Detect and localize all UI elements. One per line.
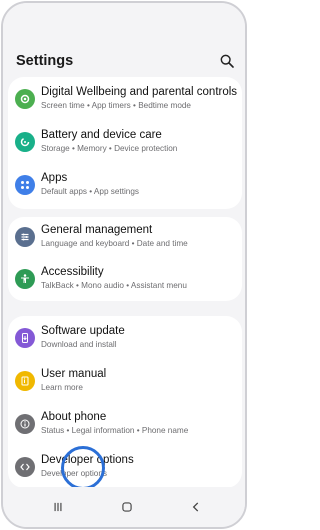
recent-apps-icon[interactable] [50, 499, 66, 515]
navigation-bar [3, 487, 245, 527]
settings-item-label: Digital Wellbeing and parental controls [41, 86, 238, 98]
settings-item-subtitle: Language and keyboard • Date and time [41, 239, 188, 248]
apps-icon [15, 175, 35, 195]
settings-item-general-management[interactable]: General management Language and keyboard… [8, 218, 242, 260]
settings-item-about-phone[interactable]: About phone Status • Legal information •… [8, 405, 242, 447]
settings-item-label: Accessibility [41, 266, 104, 278]
user-manual-icon [15, 371, 35, 391]
settings-item-label: About phone [41, 411, 107, 423]
header: Settings [3, 3, 245, 81]
accessibility-icon [15, 269, 35, 289]
search-icon[interactable] [219, 53, 235, 69]
settings-item-accessibility[interactable]: Accessibility TalkBack • Mono audio • As… [8, 260, 242, 302]
settings-item-label: Software update [41, 325, 125, 337]
back-icon[interactable] [188, 499, 204, 515]
settings-item-digital-wellbeing[interactable]: Digital Wellbeing and parental controls … [8, 80, 242, 122]
settings-item-label: Apps [41, 172, 68, 184]
settings-item-subtitle: Screen time • App timers • Bedtime mode [41, 101, 191, 110]
settings-item-software-update[interactable]: Software update Download and install [8, 319, 242, 361]
settings-item-user-manual[interactable]: User manual Learn more [8, 362, 242, 404]
settings-item-subtitle: Default apps • App settings [41, 187, 139, 196]
settings-item-subtitle: Storage • Memory • Device protection [41, 144, 178, 153]
settings-item-subtitle: Learn more [41, 383, 83, 392]
phone-frame: Settings Digital Wellbeing and parental … [1, 1, 247, 529]
settings-item-label: Battery and device care [41, 129, 162, 141]
developer-options-icon [15, 457, 35, 477]
settings-card-3: Software update Download and install Use… [8, 316, 242, 488]
software-update-icon [15, 328, 35, 348]
home-icon[interactable] [119, 499, 135, 515]
settings-item-battery[interactable]: Battery and device care Storage • Memory… [8, 123, 242, 165]
settings-item-label: User manual [41, 368, 107, 380]
settings-item-label: General management [41, 224, 153, 236]
device-care-icon [15, 132, 35, 152]
page-title: Settings [16, 53, 74, 69]
highlight-circle [61, 446, 105, 490]
settings-card-2: General management Language and keyboard… [8, 217, 242, 301]
settings-screen: Settings Digital Wellbeing and parental … [3, 3, 245, 527]
settings-item-subtitle: TalkBack • Mono audio • Assistant menu [41, 281, 187, 290]
settings-item-apps[interactable]: Apps Default apps • App settings [8, 166, 242, 208]
settings-item-subtitle: Status • Legal information • Phone name [41, 426, 189, 435]
settings-item-developer-options[interactable]: Developer options Developer options [8, 448, 242, 490]
settings-item-subtitle: Download and install [41, 340, 117, 349]
digital-wellbeing-icon [15, 89, 35, 109]
general-management-icon [15, 227, 35, 247]
info-icon [15, 414, 35, 434]
settings-card-1: Digital Wellbeing and parental controls … [8, 77, 242, 209]
